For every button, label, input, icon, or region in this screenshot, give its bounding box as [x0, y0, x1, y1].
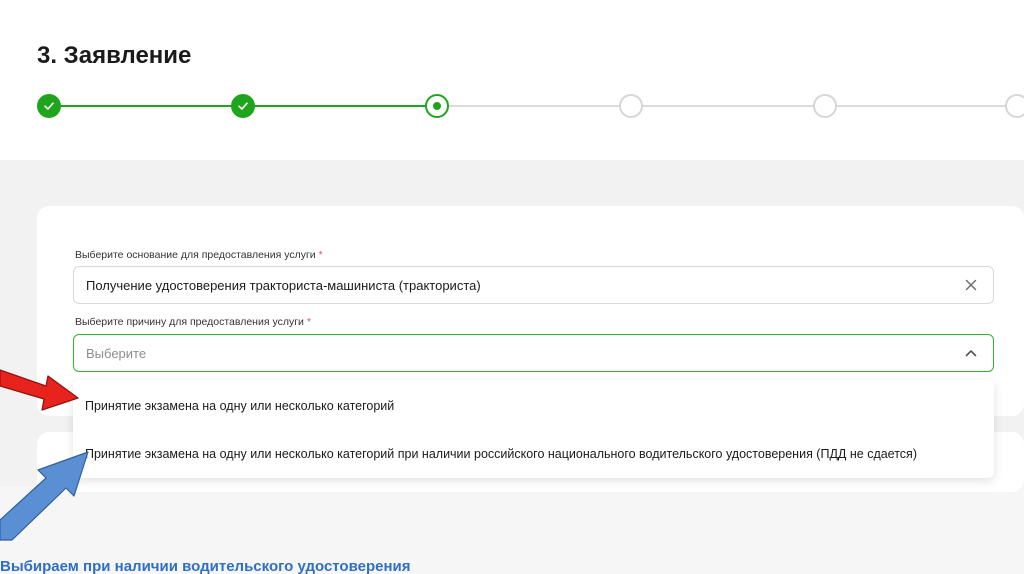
stepper-line-todo — [836, 105, 1008, 107]
reason-label-text: Выберите причину для предоставления услу… — [75, 316, 304, 328]
step-2-done — [231, 94, 255, 118]
step-6-todo — [1005, 94, 1024, 118]
chevron-up-icon[interactable] — [963, 345, 979, 361]
required-mark: * — [306, 316, 311, 328]
reason-option-label: Принятие экзамена на одну или несколько … — [85, 447, 917, 461]
step-4-todo — [619, 94, 643, 118]
basis-select[interactable]: Получение удостоверения тракториста-маши… — [73, 266, 994, 304]
reason-option-exam[interactable]: Принятие экзамена на одну или несколько … — [73, 382, 994, 430]
header-area: 3. Заявление — [0, 0, 1024, 160]
reason-select[interactable]: Выберите — [73, 334, 994, 372]
stepper-line-todo — [448, 105, 620, 107]
check-icon — [238, 102, 248, 110]
reason-label: Выберите причину для предоставления услу… — [75, 316, 311, 328]
step-3-current — [425, 94, 449, 118]
close-icon[interactable] — [963, 277, 979, 293]
stepper-line-done — [254, 105, 426, 107]
annotation-caption: Выбираем при наличии водительского удост… — [0, 558, 411, 574]
reason-dropdown-menu: Принятие экзамена на одну или несколько … — [73, 380, 994, 478]
blue-arrow-icon — [0, 451, 89, 541]
stepper-line-todo — [642, 105, 814, 107]
progress-stepper — [0, 88, 1024, 128]
reason-option-label: Принятие экзамена на одну или несколько … — [85, 399, 395, 413]
required-mark: * — [318, 249, 323, 261]
step-5-todo — [813, 94, 837, 118]
reason-option-exam-with-license[interactable]: Принятие экзамена на одну или несколько … — [73, 430, 994, 478]
basis-label-text: Выберите основание для предоставления ус… — [75, 249, 316, 261]
basis-select-value: Получение удостоверения тракториста-маши… — [86, 277, 481, 293]
basis-label: Выберите основание для предоставления ус… — [75, 249, 323, 261]
